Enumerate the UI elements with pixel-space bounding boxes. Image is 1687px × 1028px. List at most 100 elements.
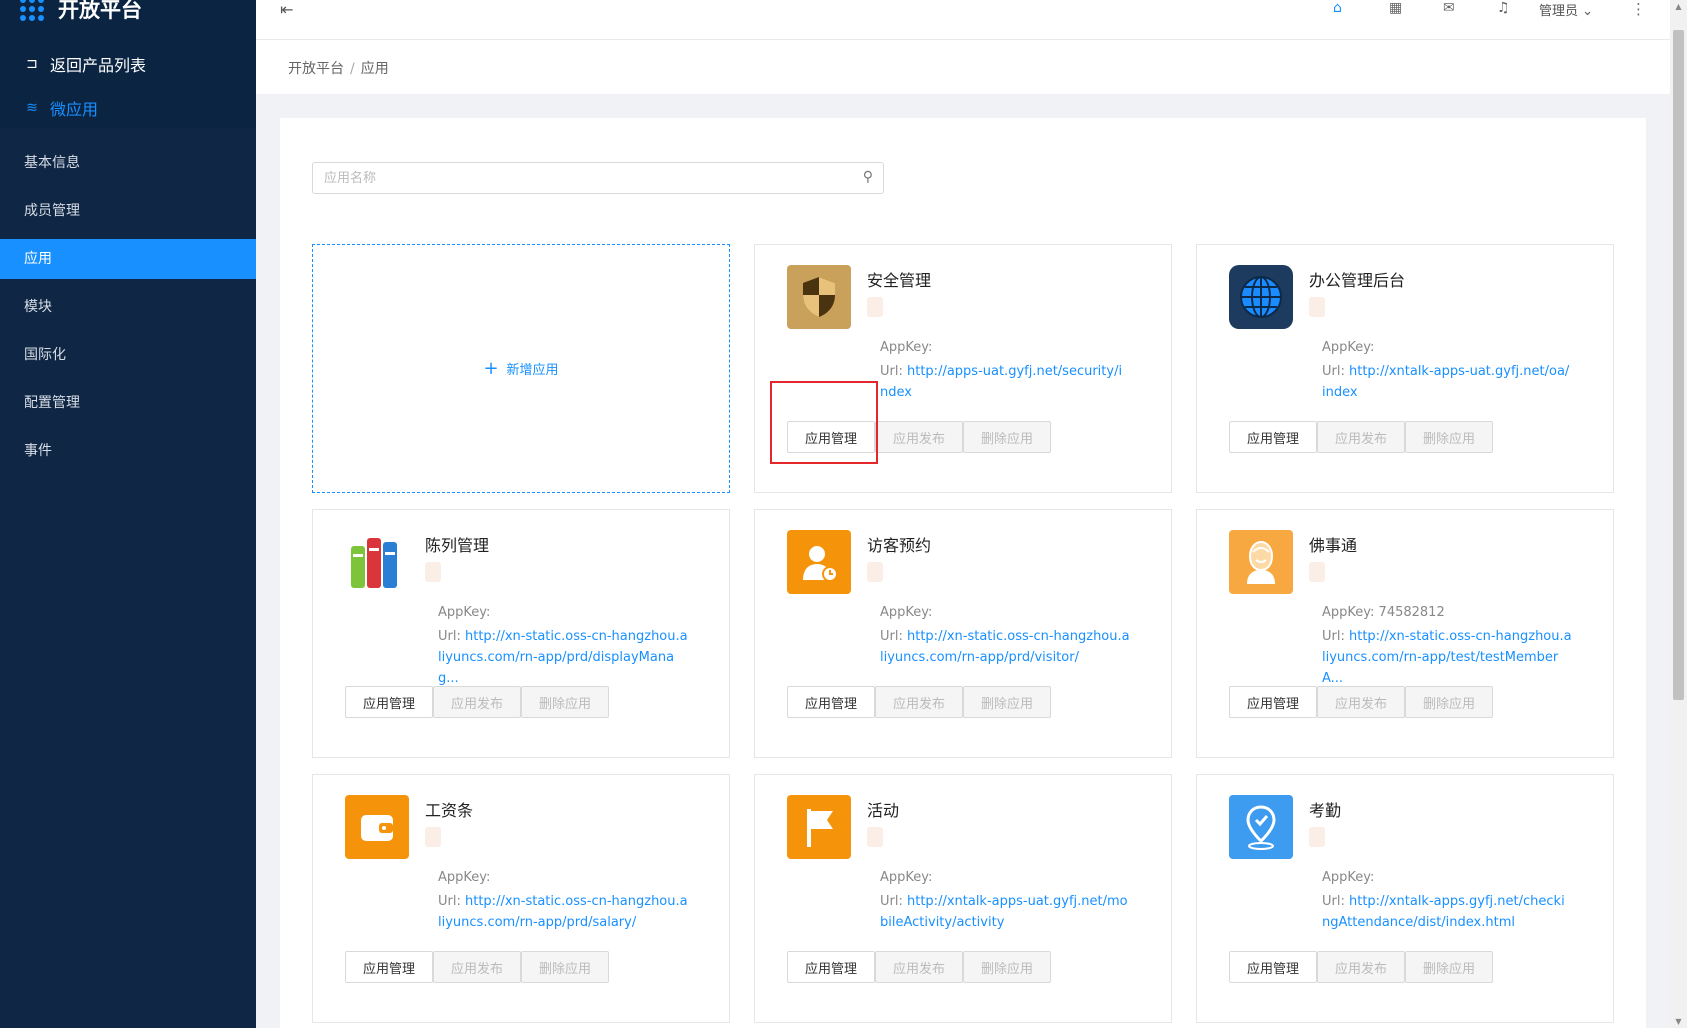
app-url-link[interactable]: http://xn-static.oss-cn-hangzhou.aliyunc… xyxy=(438,629,688,686)
app-tag xyxy=(425,562,441,582)
app-url: Url: http://xn-static.oss-cn-hangzhou.al… xyxy=(438,629,688,686)
more-vertical-icon[interactable]: ⋮ xyxy=(1631,0,1646,18)
manage-app-button[interactable]: 应用管理 xyxy=(787,686,875,718)
app-card: 工资条 AppKey: Url: http://xn-static.oss-cn… xyxy=(312,774,730,1023)
shield-icon xyxy=(787,265,851,329)
sidebar-item-basic-info[interactable]: 基本信息 xyxy=(0,143,256,183)
publish-app-button[interactable]: 应用发布 xyxy=(875,421,963,453)
delete-app-button[interactable]: 删除应用 xyxy=(1405,421,1493,453)
brand-logo[interactable]: 开放平台 xyxy=(20,0,142,24)
micro-app-link[interactable]: ≋ 微应用 xyxy=(22,96,98,120)
breadcrumb-current: 应用 xyxy=(360,61,389,77)
delete-app-button[interactable]: 删除应用 xyxy=(1405,686,1493,718)
micro-app-label: 微应用 xyxy=(50,100,99,119)
app-name: 访客预约 xyxy=(867,536,932,555)
app-key: AppKey: xyxy=(438,605,491,620)
app-url-link[interactable]: http://xntalk-apps-uat.gyfj.net/oa/index xyxy=(1322,364,1569,400)
app-key: AppKey: 74582812 xyxy=(1322,605,1445,620)
add-app-card[interactable]: + 新增应用 xyxy=(312,244,730,493)
manage-app-button[interactable]: 应用管理 xyxy=(1229,951,1317,983)
delete-app-button[interactable]: 删除应用 xyxy=(1405,951,1493,983)
manage-app-button[interactable]: 应用管理 xyxy=(787,951,875,983)
user-menu[interactable]: 管理员 ⌄ xyxy=(1539,0,1593,19)
app-url-link[interactable]: http://apps-uat.gyfj.net/security/index xyxy=(880,364,1122,400)
page-scrollbar[interactable]: ▲ ▼ xyxy=(1670,0,1687,1028)
manage-app-button[interactable]: 应用管理 xyxy=(345,686,433,718)
app-name: 考勤 xyxy=(1309,801,1342,820)
buddha-icon xyxy=(1229,530,1293,594)
app-card: 访客预约 AppKey: Url: http://xn-static.oss-c… xyxy=(754,509,1172,758)
app-name-search-input[interactable] xyxy=(313,163,833,193)
sidebar-item-members[interactable]: 成员管理 xyxy=(0,191,256,231)
app-key: AppKey: xyxy=(1322,340,1375,355)
app-actions: 应用管理 应用发布 删除应用 xyxy=(787,951,1051,983)
sidebar-item-apps[interactable]: 应用 xyxy=(0,239,256,279)
delete-app-button[interactable]: 删除应用 xyxy=(963,421,1051,453)
flag-icon xyxy=(787,795,851,859)
breadcrumb: 开放平台 / 应用 xyxy=(288,58,389,78)
publish-app-button[interactable]: 应用发布 xyxy=(1317,951,1405,983)
publish-app-button[interactable]: 应用发布 xyxy=(875,951,963,983)
search-icon[interactable]: ⚲ xyxy=(863,169,873,185)
app-tag xyxy=(1309,562,1325,582)
publish-app-button[interactable]: 应用发布 xyxy=(1317,686,1405,718)
sidebar-item-config[interactable]: 配置管理 xyxy=(0,383,256,423)
breadcrumb-bar: 开放平台 / 应用 xyxy=(256,40,1670,94)
books-icon xyxy=(345,530,409,594)
scroll-up-arrow-icon[interactable]: ▲ xyxy=(1670,2,1687,11)
delete-app-button[interactable]: 删除应用 xyxy=(521,686,609,718)
app-name: 佛事通 xyxy=(1309,536,1358,555)
app-url-link[interactable]: http://xn-static.oss-cn-hangzhou.aliyunc… xyxy=(438,894,688,930)
app-name: 办公管理后台 xyxy=(1309,271,1406,290)
app-key: AppKey: xyxy=(880,870,933,885)
sidebar-item-modules[interactable]: 模块 xyxy=(0,287,256,327)
scroll-thumb[interactable] xyxy=(1673,30,1684,700)
app-actions: 应用管理 应用发布 删除应用 xyxy=(1229,951,1493,983)
app-key: AppKey: xyxy=(438,870,491,885)
app-url-link[interactable]: http://xn-static.oss-cn-hangzhou.aliyunc… xyxy=(880,629,1130,665)
app-name: 活动 xyxy=(867,801,900,820)
scroll-down-arrow-icon[interactable]: ▼ xyxy=(1670,1017,1687,1026)
app-actions: 应用管理 应用发布 删除应用 xyxy=(1229,421,1493,453)
app-url: Url: http://xntalk-apps-uat.gyfj.net/oa/… xyxy=(1322,364,1570,400)
app-url: Url: http://xntalk-apps-uat.gyfj.net/mob… xyxy=(880,894,1128,930)
apps-grid-icon[interactable]: ▦ xyxy=(1389,0,1402,16)
sidebar-item-events[interactable]: 事件 xyxy=(0,431,256,471)
sidebar-header: 开放平台 ⊐ 返回产品列表 ≋ 微应用 xyxy=(0,0,256,128)
menu-fold-icon[interactable]: ⇤ xyxy=(280,0,293,19)
layers-icon: ≋ xyxy=(26,100,38,116)
app-name: 安全管理 xyxy=(867,271,932,290)
delete-app-button[interactable]: 删除应用 xyxy=(963,951,1051,983)
publish-app-button[interactable]: 应用发布 xyxy=(433,686,521,718)
publish-app-button[interactable]: 应用发布 xyxy=(1317,421,1405,453)
back-to-products-link[interactable]: ⊐ 返回产品列表 xyxy=(22,52,146,76)
manage-app-button[interactable]: 应用管理 xyxy=(345,951,433,983)
manage-app-button[interactable]: 应用管理 xyxy=(1229,421,1317,453)
app-url-link[interactable]: http://xntalk-apps.gyfj.net/checkingAtte… xyxy=(1322,894,1565,930)
mail-icon[interactable]: ✉ xyxy=(1443,0,1455,16)
sidebar-menu: 基本信息 成员管理 应用 模块 国际化 配置管理 事件 xyxy=(0,143,256,479)
breadcrumb-root[interactable]: 开放平台 xyxy=(288,61,344,77)
back-icon: ⊐ xyxy=(26,56,38,72)
app-url-link[interactable]: http://xntalk-apps-uat.gyfj.net/mobileAc… xyxy=(880,894,1128,930)
app-actions: 应用管理 应用发布 删除应用 xyxy=(1229,686,1493,718)
app-url: Url: http://xn-static.oss-cn-hangzhou.al… xyxy=(1322,629,1572,686)
app-tag xyxy=(425,827,441,847)
home-icon[interactable]: ⌂ xyxy=(1333,0,1342,16)
manage-app-button[interactable]: 应用管理 xyxy=(1229,686,1317,718)
grid-logo-icon xyxy=(20,0,44,21)
app-actions: 应用管理 应用发布 删除应用 xyxy=(345,686,609,718)
publish-app-button[interactable]: 应用发布 xyxy=(875,686,963,718)
app-tag xyxy=(1309,297,1325,317)
publish-app-button[interactable]: 应用发布 xyxy=(433,951,521,983)
app-tag xyxy=(1309,827,1325,847)
user-name: 管理员 xyxy=(1539,4,1579,19)
app-url-link[interactable]: http://xn-static.oss-cn-hangzhou.aliyunc… xyxy=(1322,629,1572,686)
delete-app-button[interactable]: 删除应用 xyxy=(963,686,1051,718)
bell-icon[interactable]: ♫ xyxy=(1497,0,1510,16)
main-content: ⚲ + 新增应用 安全管理 AppKey: Url: http://apps-u… xyxy=(280,118,1646,1028)
app-url: Url: http://xntalk-apps.gyfj.net/checkin… xyxy=(1322,894,1565,930)
app-actions: 应用管理 应用发布 删除应用 xyxy=(787,686,1051,718)
sidebar-item-i18n[interactable]: 国际化 xyxy=(0,335,256,375)
delete-app-button[interactable]: 删除应用 xyxy=(521,951,609,983)
